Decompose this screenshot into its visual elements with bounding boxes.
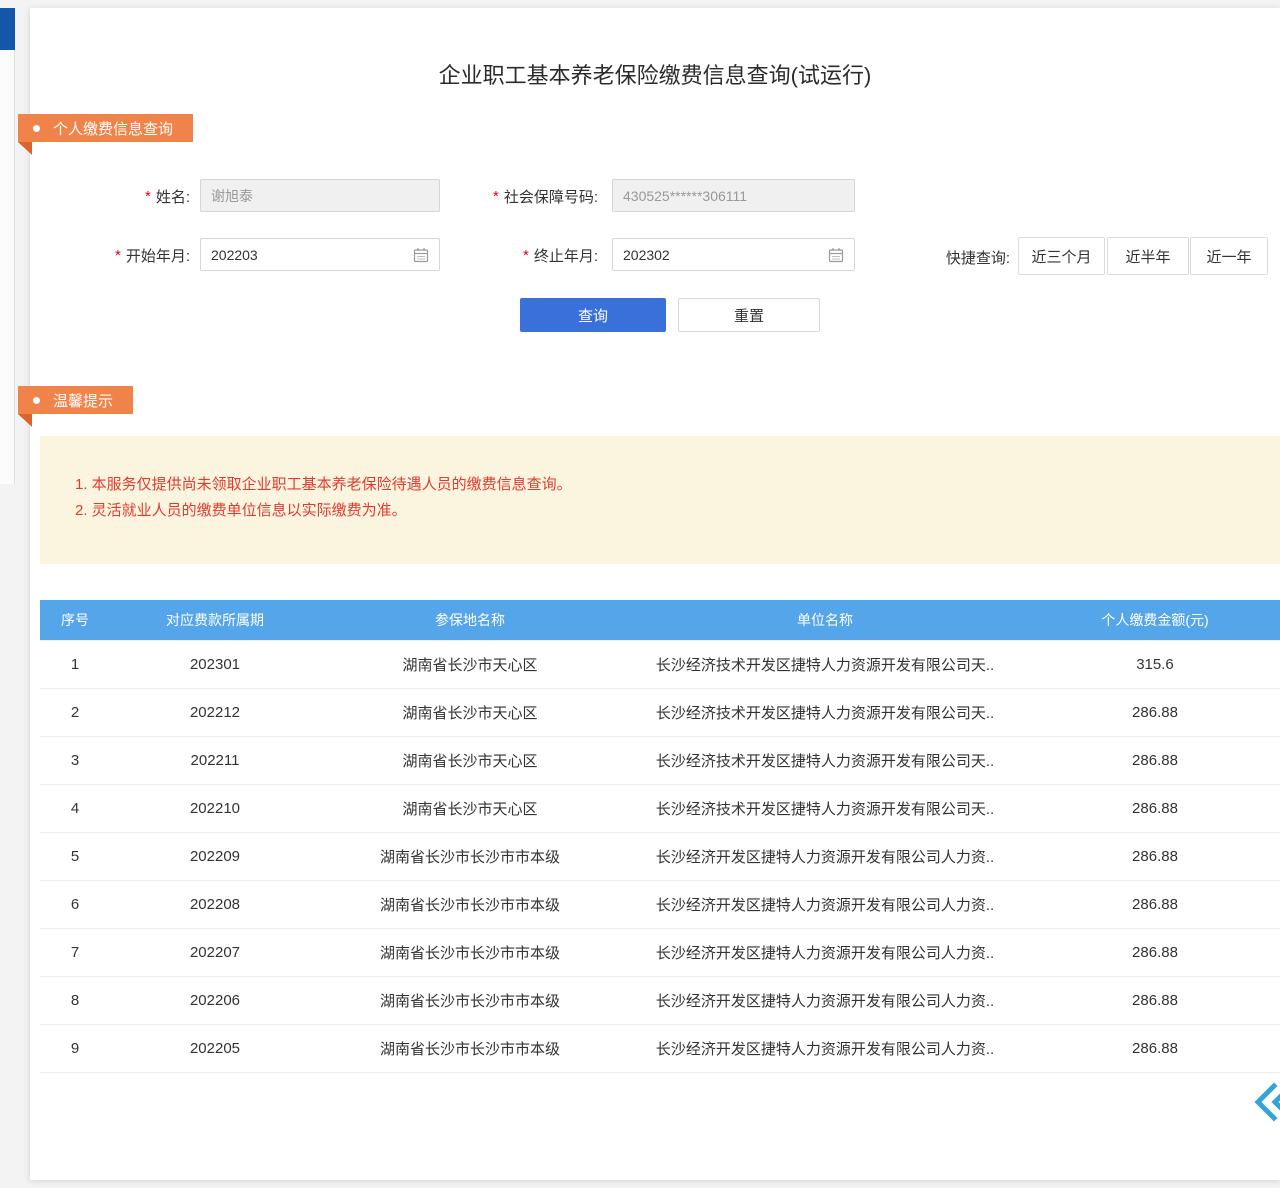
ssn-label: * 社会保障号码: [448, 179, 598, 213]
table-cell: 7 [40, 928, 110, 976]
quick-query-1year-button[interactable]: 近一年 [1190, 237, 1268, 275]
table-cell: 1 [40, 640, 110, 688]
table-cell: 湖南省长沙市长沙市市本级 [320, 976, 620, 1024]
table-cell: 202212 [110, 688, 320, 736]
name-field [200, 179, 440, 212]
table-cell: 315.6 [1030, 640, 1280, 688]
table-cell: 湖南省长沙市天心区 [320, 640, 620, 688]
table-cell: 5 [40, 832, 110, 880]
table-row: 7202207湖南省长沙市长沙市市本级长沙经济开发区捷特人力资源开发有限公司人力… [40, 928, 1280, 976]
table-cell: 长沙经济开发区捷特人力资源开发有限公司人力资.. [620, 928, 1030, 976]
table-cell: 202301 [110, 640, 320, 688]
header-insured-place: 参保地名称 [320, 600, 620, 640]
required-marker: * [115, 247, 121, 264]
table-cell: 286.88 [1030, 784, 1280, 832]
table-cell: 长沙经济技术开发区捷特人力资源开发有限公司天.. [620, 688, 1030, 736]
table-row: 4202210湖南省长沙市天心区长沙经济技术开发区捷特人力资源开发有限公司天..… [40, 784, 1280, 832]
calendar-icon[interactable] [828, 247, 844, 263]
table-cell: 3 [40, 736, 110, 784]
table-cell: 286.88 [1030, 832, 1280, 880]
table-cell: 4 [40, 784, 110, 832]
table-cell: 286.88 [1030, 976, 1280, 1024]
tips-line-2: 2. 灵活就业人员的缴费单位信息以实际缴费为准。 [75, 498, 1260, 524]
section-badge-personal-query: 个人缴费信息查询 [18, 114, 193, 142]
bullet-dot-icon [33, 125, 40, 132]
table-cell: 长沙经济开发区捷特人力资源开发有限公司人力资.. [620, 880, 1030, 928]
table-cell: 湖南省长沙市天心区 [320, 784, 620, 832]
start-month-label: * 开始年月: [70, 238, 190, 272]
table-cell: 286.88 [1030, 1024, 1280, 1072]
table-cell: 286.88 [1030, 880, 1280, 928]
table-cell: 湖南省长沙市长沙市市本级 [320, 832, 620, 880]
table-cell: 202209 [110, 832, 320, 880]
table-cell: 长沙经济技术开发区捷特人力资源开发有限公司天.. [620, 736, 1030, 784]
required-marker: * [523, 247, 529, 264]
table-body: 1202301湖南省长沙市天心区长沙经济技术开发区捷特人力资源开发有限公司天..… [40, 640, 1280, 1072]
table-cell: 286.88 [1030, 688, 1280, 736]
table-cell: 2 [40, 688, 110, 736]
table-row: 5202209湖南省长沙市长沙市市本级长沙经济开发区捷特人力资源开发有限公司人力… [40, 832, 1280, 880]
end-month-field[interactable] [612, 238, 855, 271]
quick-query-halfyear-button[interactable]: 近半年 [1107, 237, 1189, 275]
table-cell: 202207 [110, 928, 320, 976]
table-cell: 202205 [110, 1024, 320, 1072]
bullet-dot-icon [33, 397, 40, 404]
double-chevron-left-icon[interactable] [1252, 1082, 1280, 1122]
table-cell: 202206 [110, 976, 320, 1024]
section-badge-tips: 温馨提示 [18, 386, 133, 414]
page: 企业职工基本养老保险缴费信息查询(试运行) 个人缴费信息查询 * 姓名: * 社… [0, 0, 1280, 1188]
table-cell: 6 [40, 880, 110, 928]
header-employer: 单位名称 [620, 600, 1030, 640]
results-table: 序号 对应费款所属期 参保地名称 单位名称 个人缴费金额(元) 1202301湖… [40, 600, 1280, 1073]
calendar-icon[interactable] [413, 247, 429, 263]
table-cell: 湖南省长沙市天心区 [320, 736, 620, 784]
table-row: 6202208湖南省长沙市长沙市市本级长沙经济开发区捷特人力资源开发有限公司人力… [40, 880, 1280, 928]
table-header-row: 序号 对应费款所属期 参保地名称 单位名称 个人缴费金额(元) [40, 600, 1280, 640]
section-badge-label: 个人缴费信息查询 [53, 118, 173, 139]
table-cell: 湖南省长沙市长沙市市本级 [320, 1024, 620, 1072]
table-cell: 8 [40, 976, 110, 1024]
section-badge-label: 温馨提示 [53, 390, 113, 411]
end-month-label: * 终止年月: [468, 238, 598, 272]
query-button[interactable]: 查询 [520, 298, 666, 332]
required-marker: * [145, 188, 151, 205]
table-cell: 202211 [110, 736, 320, 784]
reset-button[interactable]: 重置 [678, 298, 820, 332]
table-cell: 长沙经济开发区捷特人力资源开发有限公司人力资.. [620, 832, 1030, 880]
table-cell: 湖南省长沙市长沙市市本级 [320, 880, 620, 928]
table-row: 3202211湖南省长沙市天心区长沙经济技术开发区捷特人力资源开发有限公司天..… [40, 736, 1280, 784]
page-title: 企业职工基本养老保险缴费信息查询(试运行) [30, 58, 1280, 90]
table-cell: 湖南省长沙市长沙市市本级 [320, 928, 620, 976]
table-cell: 202210 [110, 784, 320, 832]
table-cell: 9 [40, 1024, 110, 1072]
table-row: 2202212湖南省长沙市天心区长沙经济技术开发区捷特人力资源开发有限公司天..… [40, 688, 1280, 736]
ssn-field [612, 179, 855, 212]
table-cell: 202208 [110, 880, 320, 928]
name-label: * 姓名: [90, 179, 190, 213]
tips-line-1: 1. 本服务仅提供尚未领取企业职工基本养老保险待遇人员的缴费信息查询。 [75, 472, 1260, 498]
table-cell: 长沙经济技术开发区捷特人力资源开发有限公司天.. [620, 784, 1030, 832]
start-month-field[interactable] [200, 238, 440, 271]
tips-notice-box: 1. 本服务仅提供尚未领取企业职工基本养老保险待遇人员的缴费信息查询。 2. 灵… [40, 436, 1280, 564]
required-marker: * [493, 188, 499, 205]
table-row: 9202205湖南省长沙市长沙市市本级长沙经济开发区捷特人力资源开发有限公司人力… [40, 1024, 1280, 1072]
table-row: 8202206湖南省长沙市长沙市市本级长沙经济开发区捷特人力资源开发有限公司人力… [40, 976, 1280, 1024]
table-row: 1202301湖南省长沙市天心区长沙经济技术开发区捷特人力资源开发有限公司天..… [40, 640, 1280, 688]
table-cell: 286.88 [1030, 928, 1280, 976]
collapsed-sidebar [0, 8, 15, 484]
quick-query-3months-button[interactable]: 近三个月 [1018, 237, 1105, 275]
header-amount: 个人缴费金额(元) [1030, 600, 1280, 640]
table-cell: 长沙经济技术开发区捷特人力资源开发有限公司天.. [620, 640, 1030, 688]
header-period: 对应费款所属期 [110, 600, 320, 640]
table-cell: 长沙经济开发区捷特人力资源开发有限公司人力资.. [620, 976, 1030, 1024]
header-seq: 序号 [40, 600, 110, 640]
sidebar-blue-tab[interactable] [0, 8, 15, 50]
quick-query-label: 快捷查询: [928, 240, 1010, 274]
table-cell: 湖南省长沙市天心区 [320, 688, 620, 736]
table-cell: 长沙经济开发区捷特人力资源开发有限公司人力资.. [620, 1024, 1030, 1072]
table-cell: 286.88 [1030, 736, 1280, 784]
